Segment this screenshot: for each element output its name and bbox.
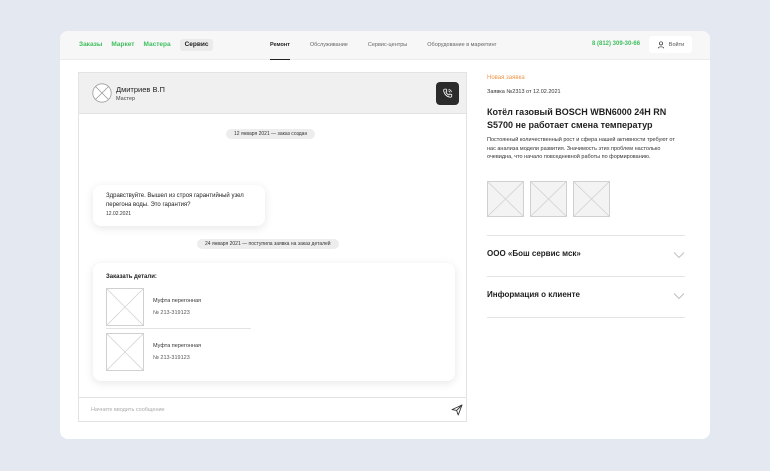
message-bubble: Здравствуйте. Вышел из строя гарантийный…: [93, 185, 265, 226]
system-message-created: 12 января 2021 — заказ создан: [226, 129, 316, 139]
part-name: Муфта перегонная: [153, 343, 201, 349]
chevron-down-icon: [673, 252, 685, 259]
avatar: [92, 83, 112, 103]
divider: [487, 317, 685, 318]
parts-divider: [106, 328, 251, 329]
main-nav: Заказы Маркет Мастера Сервис: [79, 39, 214, 51]
accordion-company[interactable]: ООО «Бош сервис мск»: [487, 235, 685, 275]
phone-number[interactable]: 8 (812) 309-30-66: [592, 41, 640, 47]
accordion-title: Информация о клиенте: [487, 290, 580, 299]
status-badge: Новая заявка: [487, 75, 525, 81]
chat-panel: Дмитриев В.П Мастер 12 января 2021 — зак…: [78, 72, 467, 422]
tab-maintenance[interactable]: Обслуживание: [310, 31, 348, 60]
nav-masters[interactable]: Мастера: [143, 40, 170, 50]
call-button[interactable]: [436, 82, 459, 105]
request-title: Котёл газовый BOSCH WBN6000 24H RN S5700…: [487, 107, 667, 130]
system-message-parts-request: 24 января 2021 — поступила заявка на зак…: [197, 239, 339, 249]
photo-thumbnail[interactable]: [573, 181, 610, 217]
request-description: Постоянный количественный рост и сфера н…: [487, 137, 675, 160]
phone-icon: [443, 88, 453, 98]
nav-orders[interactable]: Заказы: [79, 40, 102, 50]
tab-repair[interactable]: Ремонт: [270, 31, 290, 60]
send-icon[interactable]: [451, 404, 463, 416]
app-window: Заказы Маркет Мастера Сервис Ремонт Обсл…: [60, 31, 710, 439]
part-number: № 213-319123: [153, 355, 190, 361]
part-thumbnail: [106, 333, 144, 371]
section-tabs: Ремонт Обслуживание Сервис-центры Оборуд…: [270, 31, 517, 60]
contact-name: Дмитриев В.П: [116, 85, 165, 94]
parts-order-title: Заказать детали:: [106, 274, 157, 280]
part-number: № 213-319123: [153, 310, 190, 316]
photo-thumbnail[interactable]: [487, 181, 524, 217]
message-composer: [79, 397, 466, 421]
accordion-client-info[interactable]: Информация о клиенте: [487, 276, 685, 316]
user-icon: [657, 40, 664, 48]
nav-market[interactable]: Маркет: [111, 40, 134, 50]
accordion-title: ООО «Бош сервис мск»: [487, 249, 581, 258]
part-item[interactable]: Муфта перегонная № 213-319123: [106, 288, 251, 328]
message-input[interactable]: [91, 403, 431, 417]
message-date: 12.02.2021: [106, 211, 132, 217]
part-name: Муфта перегонная: [153, 298, 201, 304]
contact-role: Мастер: [116, 96, 136, 102]
photo-thumbnail[interactable]: [530, 181, 567, 217]
photo-gallery: [487, 181, 610, 217]
chevron-down-icon: [673, 293, 685, 300]
request-id: Заявка №2313 от 12.02.2021: [487, 89, 561, 95]
top-navbar: Заказы Маркет Мастера Сервис Ремонт Обсл…: [60, 31, 710, 60]
part-thumbnail: [106, 288, 144, 326]
nav-service[interactable]: Сервис: [179, 39, 214, 51]
chat-header: Дмитриев В.П Мастер: [79, 73, 466, 114]
login-label: Войти: [668, 41, 685, 48]
tab-equipment-marketing[interactable]: Оборудование в маркетинг: [427, 31, 496, 60]
part-item[interactable]: Муфта перегонная № 213-319123: [106, 333, 251, 373]
tab-service-centers[interactable]: Сервис-центры: [368, 31, 407, 60]
message-text: Здравствуйте. Вышел из строя гарантийный…: [106, 193, 244, 208]
login-button[interactable]: Войти: [649, 36, 692, 53]
